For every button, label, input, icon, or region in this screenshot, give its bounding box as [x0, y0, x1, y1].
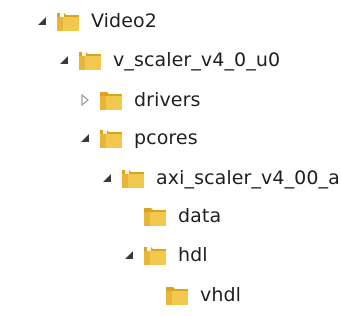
tree-node-data[interactable]: data [122, 202, 221, 230]
tree-node-axi-scaler[interactable]: axi_scaler_v4_00_a [100, 164, 340, 192]
tree-node-hdl[interactable]: hdl [122, 241, 208, 269]
folder-tree: Video2 v_scaler_v4_0_u0 drivers pcores a… [0, 0, 341, 316]
expanded-arrow-icon[interactable] [57, 53, 71, 67]
folder-icon [100, 92, 122, 110]
folder-icon [144, 208, 166, 226]
expanded-arrow-icon[interactable] [78, 131, 92, 145]
tree-node-label: axi_scaler_v4_00_a [156, 167, 340, 189]
tree-node-video2[interactable]: Video2 [35, 7, 157, 35]
collapsed-arrow-icon[interactable] [78, 93, 92, 107]
tree-node-drivers[interactable]: drivers [78, 86, 201, 114]
folder-icon [122, 169, 144, 188]
tree-node-label: vhdl [200, 284, 242, 306]
expanded-arrow-icon[interactable] [100, 171, 114, 185]
folder-icon [144, 246, 166, 265]
tree-node-v-scaler[interactable]: v_scaler_v4_0_u0 [57, 46, 280, 74]
folder-icon [166, 287, 188, 305]
folder-icon [100, 129, 122, 148]
tree-node-label: Video2 [91, 10, 157, 32]
no-toggle [144, 288, 158, 302]
tree-node-pcores[interactable]: pcores [78, 124, 198, 152]
expanded-arrow-icon[interactable] [35, 14, 49, 28]
no-toggle [122, 209, 136, 223]
tree-node-label: drivers [134, 89, 201, 111]
tree-node-label: hdl [178, 244, 208, 266]
tree-node-label: data [178, 205, 222, 227]
expanded-arrow-icon[interactable] [122, 248, 136, 262]
folder-icon [57, 12, 79, 31]
tree-node-label: v_scaler_v4_0_u0 [113, 49, 281, 71]
tree-node-vhdl[interactable]: vhdl [144, 281, 241, 309]
folder-icon [79, 51, 101, 70]
tree-node-label: pcores [134, 127, 198, 149]
